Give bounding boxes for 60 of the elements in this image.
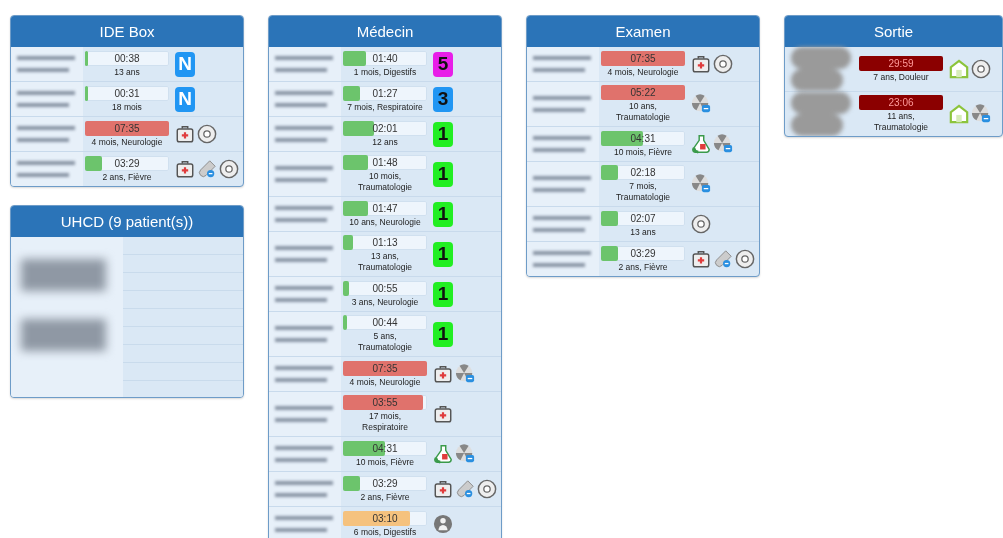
timer-text: 03:29	[114, 157, 140, 169]
patient-detail: 11 ans, Traumatologie	[873, 111, 929, 133]
patient-detail: 7 mois, Traumatologie	[615, 181, 671, 203]
patient-detail: 4 mois, Neurologie	[91, 136, 163, 148]
first-aid-kit-icon[interactable]	[175, 159, 195, 179]
patient-detail: 4 mois, Neurologie	[607, 66, 679, 78]
timer-text: 23:06	[888, 97, 914, 108]
timer-text: 01:47	[372, 202, 398, 214]
timer-text: 07:35	[372, 362, 398, 374]
priority-badge: N	[175, 51, 195, 77]
patient-detail: 7 mois, Respiratoire	[347, 101, 423, 113]
timer-text: 04:31	[372, 442, 398, 454]
patient-detail: 2 ans, Fièvre	[102, 171, 152, 183]
timer-text: 03:29	[372, 477, 398, 489]
redacted-name	[11, 47, 83, 81]
timer-text: 03:10	[372, 512, 398, 524]
timer-text: 01:13	[372, 237, 398, 248]
patient-detail: 1 mois, Digestifs	[353, 66, 417, 78]
patient-detail: 13 ans	[630, 226, 656, 238]
patient-detail: 7 ans, Douleur	[873, 71, 929, 83]
patient-detail: 2 ans, Fièvre	[618, 261, 668, 273]
timer-text: 01:40	[372, 52, 398, 64]
timer-text: 04:31	[630, 132, 656, 144]
patient-detail: 6 mois, Digestifs	[353, 526, 417, 538]
patient-detail: 10 mois, Fièvre	[613, 146, 673, 158]
timer-text: 00:38	[114, 52, 140, 64]
patient-detail: 5 ans, Traumatologie	[357, 331, 413, 353]
patient-detail: 10 mois, Traumatologie	[357, 171, 413, 193]
redacted-name	[11, 82, 83, 116]
timer-text: 07:35	[114, 122, 140, 134]
first-aid-kit-icon[interactable]	[175, 124, 195, 144]
patient-detail: 2 ans, Fièvre	[360, 491, 410, 503]
disc-icon[interactable]	[219, 159, 239, 179]
timer-text: 05:22	[630, 87, 656, 98]
timer-text: 00:44	[372, 317, 398, 328]
patient-detail: 13 ans, Traumatologie	[357, 251, 413, 273]
disc-icon[interactable]	[197, 124, 217, 144]
timer-text: 01:48	[372, 157, 398, 168]
patient-detail: 17 mois, Respiratoire	[361, 411, 409, 433]
timer-text: 02:07	[630, 212, 656, 224]
redacted-name	[11, 152, 83, 186]
patient-detail: 12 ans	[372, 136, 398, 148]
redacted-name	[11, 117, 83, 151]
timer-text: 00:55	[372, 282, 398, 294]
patient-detail: 10 ans, Traumatologie	[615, 101, 671, 123]
vial-icon[interactable]	[197, 159, 217, 179]
patient-detail: 3 ans, Neurologie	[351, 296, 419, 308]
timer-text: 07:35	[630, 52, 656, 64]
timer-text: 01:27	[372, 87, 398, 99]
patient-detail: 18 mois	[112, 101, 142, 113]
patient-detail: 10 mois, Fièvre	[355, 456, 415, 468]
timer-text: 02:18	[630, 167, 656, 178]
priority-badge: N	[175, 86, 195, 112]
patient-detail: 10 ans, Neurologie	[349, 216, 421, 228]
patient-detail: 4 mois, Neurologie	[349, 376, 421, 388]
timer-text: 29:59	[888, 57, 914, 69]
timer-text: 00:31	[114, 87, 140, 99]
timer-text: 03:55	[372, 397, 398, 408]
patient-detail: 13 ans	[114, 66, 140, 78]
timer-text: 03:29	[630, 247, 656, 259]
